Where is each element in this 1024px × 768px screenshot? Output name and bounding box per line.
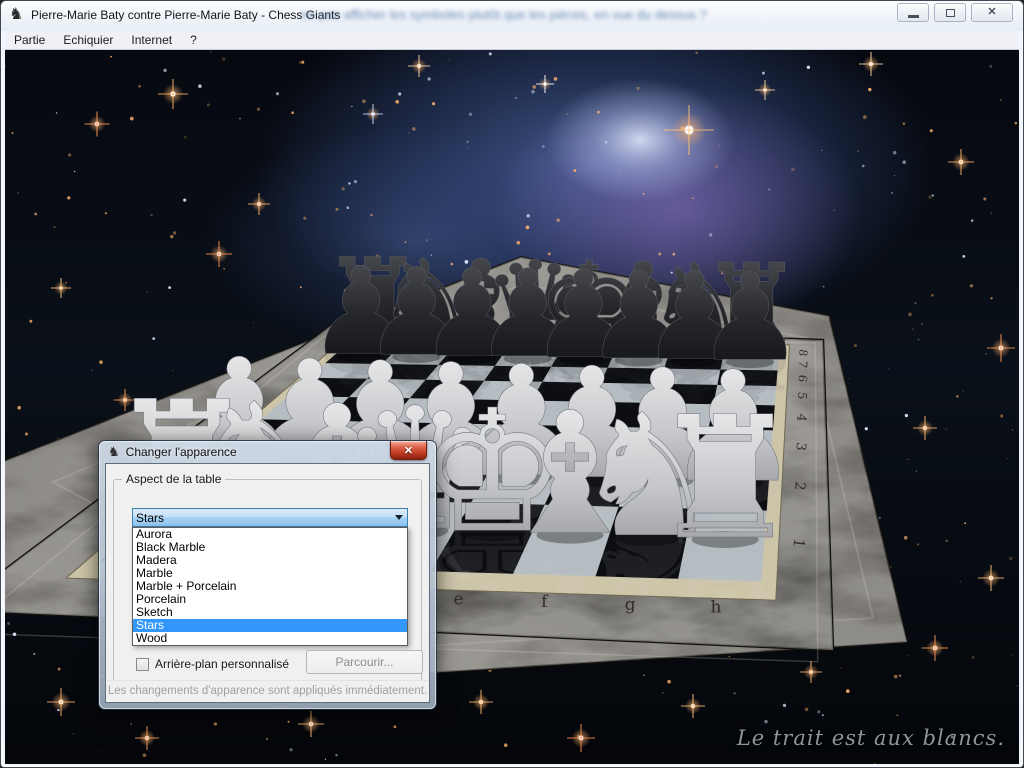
droplist-option-wood[interactable]: Wood <box>133 632 407 645</box>
chess-giants-window: ♞ Pierre-Marie Baty contre Pierre-Marie … <box>0 0 1024 768</box>
chevron-down-icon <box>395 515 403 520</box>
table-aspect-combobox[interactable]: Stars <box>132 508 408 527</box>
droplist-option-stars[interactable]: Stars <box>133 619 407 632</box>
turn-status-text: Le trait est aux blancs. <box>737 726 1005 750</box>
groupbox-label: Aspect de la table <box>122 472 225 486</box>
combobox-value: Stars <box>133 511 391 525</box>
dialog-status-text: Les changements d'apparence sont appliqu… <box>107 680 428 701</box>
minimize-button[interactable] <box>897 3 929 22</box>
custom-background-row: Arrière-plan personnalisé <box>136 657 289 671</box>
dialog-title: Changer l'apparence <box>126 445 237 459</box>
window-controls: ✕ <box>897 3 1013 22</box>
app-icon: ♞ <box>9 6 23 24</box>
maximize-button[interactable] <box>934 3 966 22</box>
minimize-icon <box>908 15 919 18</box>
dialog-close-button[interactable]: ✕ <box>390 441 427 460</box>
menu-item--[interactable]: ? <box>181 32 206 48</box>
ghost-tooltip-text: ne pas afficher les symboles plutôt que … <box>301 7 901 22</box>
menu-item-partie[interactable]: Partie <box>5 32 54 48</box>
checkbox-label: Arrière-plan personnalisé <box>155 657 289 671</box>
dialog-knight-icon: ♞ <box>108 444 120 460</box>
svg-text:♜: ♜ <box>650 381 801 577</box>
appearance-dialog[interactable]: ♞ Changer l'apparence ✕ Aspect de la tab… <box>99 441 436 709</box>
dialog-title-bar[interactable]: ♞ Changer l'apparence ✕ <box>99 441 436 463</box>
menu-bar: PartieEchiquierInternet? <box>5 31 1019 50</box>
restore-icon <box>946 9 955 17</box>
droplist-option-madera[interactable]: Madera <box>133 554 407 567</box>
dialog-body: Aspect de la table Stars AuroraBlack Mar… <box>105 463 430 703</box>
close-icon: ✕ <box>987 7 996 18</box>
chess-piece-white-r[interactable]: ♜♜ <box>650 381 801 614</box>
window-title: Pierre-Marie Baty contre Pierre-Marie Ba… <box>31 8 340 22</box>
custom-background-checkbox[interactable] <box>136 658 149 671</box>
close-button[interactable]: ✕ <box>971 3 1013 22</box>
browse-button[interactable]: Parcourir... <box>306 650 423 674</box>
droplist-option-sketch[interactable]: Sketch <box>133 606 407 619</box>
combobox-dropdown-zone[interactable] <box>391 509 407 526</box>
table-aspect-droplist: AuroraBlack MarbleMaderaMarbleMarble + P… <box>132 527 408 646</box>
title-bar[interactable]: ♞ Pierre-Marie Baty contre Pierre-Marie … <box>1 1 1023 31</box>
menu-item-internet[interactable]: Internet <box>122 32 181 48</box>
menu-item-echiquier[interactable]: Echiquier <box>54 32 122 48</box>
droplist-option-porcelain[interactable]: Porcelain <box>133 593 407 606</box>
